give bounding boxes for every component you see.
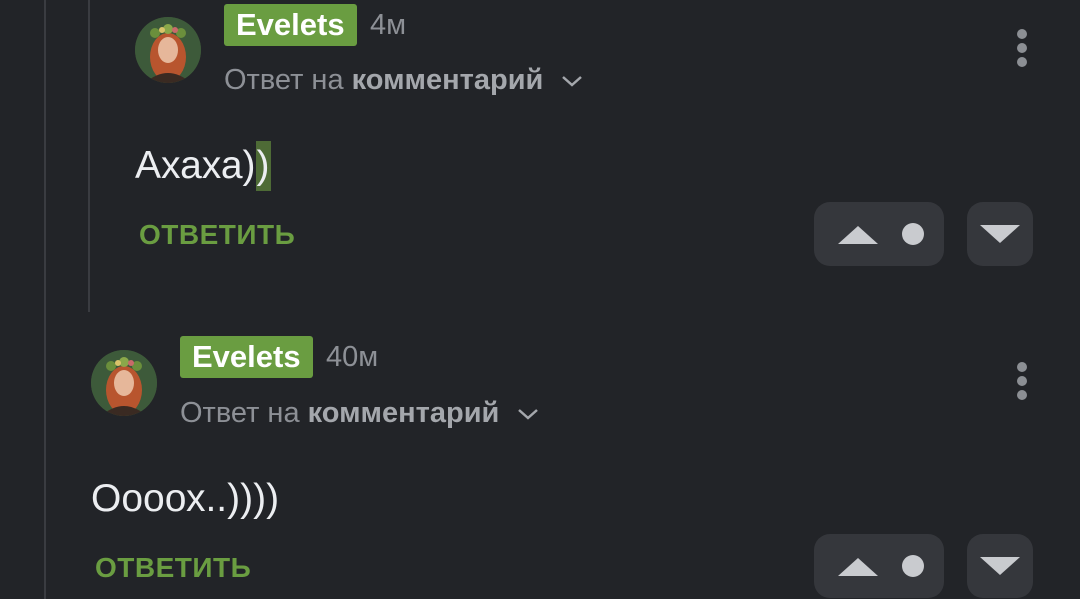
upvote-icon[interactable] <box>838 226 878 244</box>
chevron-down-icon[interactable] <box>517 407 539 421</box>
author-badge[interactable]: Evelets <box>180 336 313 378</box>
comment-text: Ахаха)) <box>135 141 271 191</box>
downvote-button[interactable] <box>967 202 1033 266</box>
comment-time: 40м <box>326 341 379 373</box>
author-badge[interactable]: Evelets <box>224 4 357 46</box>
comment: Evelets 4м Ответ на комментарий Ахаха)) … <box>0 0 1080 300</box>
rating-dot-icon <box>902 555 924 577</box>
reply-info[interactable]: Ответ на комментарий <box>180 395 539 431</box>
rating-dot-icon <box>902 223 924 245</box>
more-vertical-icon[interactable] <box>1012 362 1032 406</box>
chevron-down-icon[interactable] <box>561 74 583 88</box>
upvote-rating-box[interactable] <box>814 202 944 266</box>
comment: Evelets 40м Ответ на комментарий Оооох..… <box>0 330 1080 599</box>
reply-button[interactable]: ОТВЕТИТЬ <box>139 217 295 253</box>
reply-target[interactable]: комментарий <box>352 64 544 96</box>
comment-text-main: Ахаха) <box>135 144 256 187</box>
comment-text: Оооох..)))) <box>91 477 280 520</box>
upvote-rating-box[interactable] <box>814 534 944 598</box>
reply-prefix: Ответ на <box>180 397 300 429</box>
reply-button[interactable]: ОТВЕТИТЬ <box>95 550 251 586</box>
downvote-icon[interactable] <box>980 557 1020 575</box>
reply-prefix: Ответ на <box>224 64 344 96</box>
comment-time: 4м <box>370 9 407 41</box>
avatar[interactable] <box>135 17 201 83</box>
downvote-button[interactable] <box>967 534 1033 598</box>
reply-info[interactable]: Ответ на комментарий <box>224 62 583 98</box>
reply-target[interactable]: комментарий <box>308 397 500 429</box>
more-vertical-icon[interactable] <box>1012 29 1032 73</box>
text-cursor-highlight: ) <box>255 141 271 191</box>
upvote-icon[interactable] <box>838 558 878 576</box>
avatar[interactable] <box>91 350 157 416</box>
downvote-icon[interactable] <box>980 225 1020 243</box>
